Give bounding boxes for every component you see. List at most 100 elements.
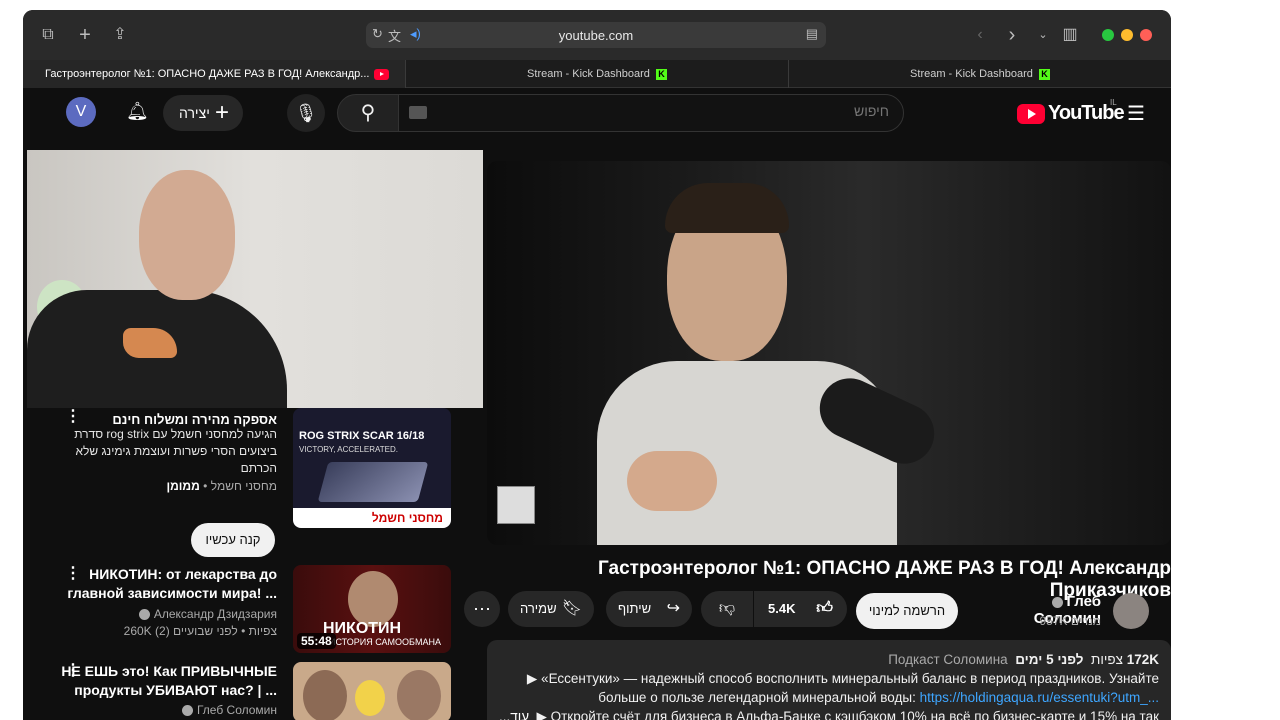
verified-icon: [138, 609, 150, 621]
share-icon[interactable]: ⇪: [109, 24, 131, 46]
ad-description-line: ביצועים הסרי פשרות ועוצמת גימינג שלא: [75, 444, 277, 458]
tab-youtube[interactable]: Гастроэнтеролог №1: ОПАСНО ДАЖЕ РАЗ В ГО…: [23, 60, 406, 88]
upload-date: לפני 5 ימים: [1015, 652, 1084, 667]
zoom-window-button[interactable]: [1102, 29, 1114, 41]
sponsored-badge: ממומן: [166, 479, 200, 493]
buy-now-button[interactable]: קנה עכשיו: [191, 523, 275, 557]
search-button[interactable]: ⚲: [337, 94, 399, 132]
youtube-favicon-icon: [374, 68, 390, 80]
video-duration: 55:48: [297, 633, 336, 649]
video-frame-hand: [627, 451, 717, 511]
create-button[interactable]: יצירה +: [163, 95, 243, 131]
description-link[interactable]: https://holdingaqua.ru/essentuki?utm_...: [920, 690, 1159, 705]
notifications-bell-icon[interactable]: 🔔︎: [126, 101, 149, 122]
ad-channel: מחסני חשמל: [210, 479, 277, 493]
share-label: שיתוף: [618, 601, 652, 616]
subscriber-count: 957K מנויים: [1039, 614, 1101, 628]
search-icon: ⚲: [360, 102, 376, 124]
webcam-overlay: [27, 150, 483, 408]
account-avatar[interactable]: V: [66, 97, 96, 127]
address-bar[interactable]: ↻ 文 ◂) youtube.com ▤: [366, 22, 826, 48]
like-button[interactable]: 5.4K 👍︎: [754, 591, 847, 627]
recommended-video-thumbnail[interactable]: [293, 662, 451, 720]
tab-label: Stream - Kick Dashboard: [910, 68, 1033, 80]
description-line: ...עוד ▶ Откройте счёт для бизнеса в Альф…: [499, 707, 1159, 720]
youtube-page: V 🔔︎ יצירה + 🎙︎ ⚲ YouTube IL ☰: [27, 88, 1171, 720]
url-text: youtube.com: [558, 28, 634, 43]
ad-description-line: הכרתם: [240, 461, 277, 475]
tab-label: Stream - Kick Dashboard: [527, 68, 650, 80]
browser-window: ⧉ + ⇪ ↻ 文 ◂) youtube.com ▤ ‹ › ⌄ ▥ Гастр…: [23, 10, 1171, 720]
ad-thumbnail[interactable]: ROG STRIX SCAR 16/18 VICTORY, ACCELERATE…: [293, 408, 451, 528]
views-label: צפיות: [1091, 652, 1123, 667]
ad-thumb-headline: ROG STRIX SCAR 16/18: [299, 430, 425, 442]
verified-icon: [181, 705, 193, 717]
description-hashtag[interactable]: Подкаст Соломина: [888, 652, 1007, 667]
youtube-logo[interactable]: YouTube IL: [1017, 98, 1125, 125]
search-input[interactable]: [439, 103, 889, 119]
reader-icon[interactable]: ▤: [806, 26, 818, 42]
recommended-video[interactable]: ⋮ НЕ ЕШЬ это! Как ПРИВЫЧНЫЕ продукты УБИ…: [35, 662, 451, 720]
share-arrow-icon: ↪: [666, 600, 680, 617]
webcam-person-face: [139, 170, 235, 300]
recommended-video-channel: Глеб Соломин: [181, 702, 277, 719]
recommended-video-title: НИКОТИН: от лекарства до главной зависим…: [67, 566, 277, 601]
thumbs-down-icon: 👎︎: [718, 600, 736, 617]
video-frame-hair: [665, 183, 789, 233]
back-icon[interactable]: ‹: [969, 24, 991, 46]
recommended-video[interactable]: ⋮ НИКОТИН: от лекарства до главной завис…: [35, 565, 451, 655]
keyboard-icon[interactable]: [409, 106, 427, 119]
dislike-button[interactable]: 👎︎: [701, 591, 753, 627]
new-tab-icon[interactable]: +: [74, 24, 96, 46]
sidebar-icon[interactable]: ▥: [1059, 24, 1081, 46]
ad-description: סדרת rog strix הגיעה למחסני חשמל עם ביצו…: [57, 426, 277, 477]
description-line: больше о пользе легендарной минеральной …: [598, 690, 1159, 705]
kick-favicon-icon: K: [1038, 68, 1050, 80]
thumb-question-badge: [355, 680, 385, 716]
video-player[interactable]: [487, 161, 1171, 545]
minimize-window-button[interactable]: [1121, 29, 1133, 41]
view-count: 172K: [1126, 652, 1159, 667]
verified-icon: [1051, 596, 1063, 608]
tab-kick-2[interactable]: Stream - Kick Dashboard K: [789, 60, 1171, 88]
description-line: ▶ «Ессентуки» — надежный способ восполни…: [526, 671, 1159, 686]
video-description[interactable]: 172K צפיות לפני 5 ימים Подкаст Соломина …: [487, 640, 1171, 720]
recommended-video-channel: Александр Дзидзария: [138, 606, 277, 623]
hamburger-menu-icon[interactable]: ☰: [1127, 101, 1145, 126]
chevron-down-icon[interactable]: ⌄: [1032, 24, 1054, 46]
browser-toolbar: ⧉ + ⇪ ↻ 文 ◂) youtube.com ▤ ‹ › ⌄ ▥: [23, 10, 1171, 60]
description-stats: 172K צפיות לפני 5 ימים Подкаст Соломина: [499, 650, 1159, 669]
save-button[interactable]: שמירה 🔖︎: [508, 591, 594, 627]
more-actions-icon[interactable]: ⋯: [464, 591, 500, 627]
show-more-link[interactable]: ...עוד: [499, 707, 529, 720]
youtube-logo-icon: [1017, 104, 1045, 124]
tab-label: Гастроэнтеролог №1: ОПАСНО ДАЖЕ РАЗ В ГО…: [45, 68, 370, 80]
voice-search-mic-icon[interactable]: 🎙︎: [287, 94, 325, 132]
country-code: IL: [1110, 98, 1117, 107]
thumb-subtitle-text: ИСТОРИЯ САМООБМАНА: [329, 637, 441, 647]
search-box[interactable]: [398, 94, 904, 132]
kick-favicon-icon: K: [655, 68, 667, 80]
laptop-image: [317, 462, 429, 502]
forward-icon[interactable]: ›: [1001, 24, 1023, 46]
plus-icon: +: [214, 99, 229, 126]
ad-thumb-subline: VICTORY, ACCELERATED.: [299, 445, 398, 454]
create-label: יצירה: [179, 105, 210, 121]
thumb-person-face: [397, 670, 441, 720]
close-window-button[interactable]: [1140, 29, 1152, 41]
recommended-video-thumbnail[interactable]: НИКОТИН ИСТОРИЯ САМООБМАНА 55:48: [293, 565, 451, 653]
thumbs-up-icon: 👍︎: [816, 600, 833, 617]
thumb-person-face: [348, 571, 398, 627]
video-watermark-avatar: [497, 486, 535, 524]
recommended-video-title: НЕ ЕШЬ это! Как ПРИВЫЧНЫЕ продукты УБИВА…: [61, 663, 277, 698]
ad-thumb-brand: מחסני חשמל: [293, 508, 451, 528]
bookmark-icon: 🔖︎: [561, 600, 582, 617]
subscribe-button[interactable]: הרשמה למינוי: [856, 593, 958, 629]
share-button[interactable]: שיתוף ↪: [606, 591, 692, 627]
recommended-video-meta: 260K צפיות • לפני שבועיים (2): [123, 624, 277, 638]
tab-strip: Гастроэнтеролог №1: ОПАСНО ДАЖЕ РАЗ В ГО…: [23, 60, 1171, 88]
tab-kick-1[interactable]: Stream - Kick Dashboard K: [406, 60, 789, 88]
channel-avatar[interactable]: [1113, 593, 1149, 629]
tab-overview-icon[interactable]: ⧉: [37, 24, 59, 46]
ad-description-line: סדרת rog strix הגיעה למחסני חשמל עם: [74, 427, 277, 441]
